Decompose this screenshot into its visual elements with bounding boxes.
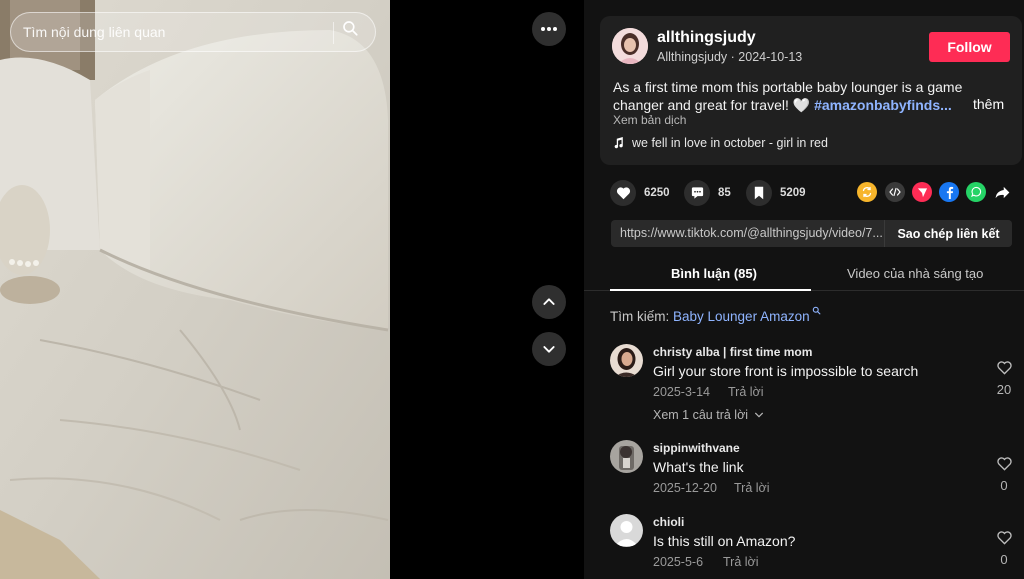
music-link[interactable]: we fell in love in october - girl in red [613,136,828,150]
panel-tabs: Bình luận (85) Video của nhà sáng tạo [584,256,1024,291]
author-avatar-image [612,28,648,64]
author-card: allthingsjudy Allthingsjudy · 2024-10-13… [600,16,1022,165]
comment-like-count: 20 [996,382,1012,397]
author-subline: Allthingsjudy · 2024-10-13 [657,50,802,64]
author-name[interactable]: allthingsjudy [657,29,756,47]
tiktok-video-page: allthingsjudy Allthingsjudy · 2024-10-13… [0,0,1024,579]
send-icon[interactable] [912,182,932,202]
avatar[interactable] [610,344,643,377]
chevron-down-icon [755,412,764,418]
avatar[interactable] [610,440,643,473]
more-horizontal-icon [541,27,557,31]
search-icon [343,21,358,36]
previous-video-button[interactable] [532,285,566,319]
embed-icon[interactable] [885,182,905,202]
heart-outline-icon [996,361,1012,375]
comment-username[interactable]: chioli [653,515,684,529]
music-title: we fell in love in october - girl in red [632,136,828,150]
facebook-icon[interactable] [939,182,959,202]
whatsapp-icon[interactable] [966,182,986,202]
comment-like-button[interactable]: 0 [993,456,1015,493]
comment-count: 85 [718,187,731,199]
tab-comments[interactable]: Bình luận (85) [671,266,757,281]
heart-outline-icon [996,531,1012,545]
avatar[interactable] [610,514,643,547]
chevron-up-icon [543,298,555,305]
search-button[interactable] [341,19,369,47]
reply-button[interactable]: Trả lời [723,555,759,569]
comment-text: What's the link [653,459,744,475]
video-description: As a first time mom this portable baby l… [613,78,973,114]
commenter-avatar-image [610,344,643,377]
default-avatar-icon [610,514,643,547]
heart-icon [610,180,636,206]
related-search-prefix: Tìm kiếm: [610,309,673,324]
view-replies-button[interactable]: Xem 1 câu trả lời [653,408,764,422]
video-player[interactable] [0,0,390,579]
related-search-bar [10,12,376,52]
related-search: Tìm kiếm: Baby Lounger Amazon [610,306,822,324]
meta-separator: · [727,50,739,64]
more-options-button[interactable] [532,12,566,46]
related-search-query[interactable]: Baby Lounger Amazon [673,309,810,324]
comment-username[interactable]: sippinwithvane [653,441,740,455]
video-url[interactable]: https://www.tiktok.com/@allthingsjudy/vi… [620,226,882,240]
reply-button[interactable]: Trả lời [734,481,770,495]
comment-date: 2025-3-14 [653,385,710,399]
like-button[interactable]: 6250 [610,180,670,206]
save-count: 5209 [780,187,806,199]
comment-like-count: 0 [1000,478,1008,493]
bookmark-icon [746,180,772,206]
reply-button[interactable]: Trả lời [728,385,764,399]
hashtag-link[interactable]: #amazonbabyfinds... [814,97,952,113]
video-link-box: https://www.tiktok.com/@allthingsjudy/vi… [611,220,1012,247]
tab-creator-videos[interactable]: Video của nhà sáng tạo [847,266,983,281]
comment-text: Is this still on Amazon? [653,533,796,549]
active-tab-indicator [610,289,811,291]
follow-button[interactable]: Follow [929,32,1010,62]
video-frame [0,0,390,579]
repost-icon[interactable] [857,182,877,202]
search-divider [333,22,334,44]
comment-like-count: 0 [1000,552,1008,567]
details-panel: allthingsjudy Allthingsjudy · 2024-10-13… [584,0,1024,579]
post-date: 2024-10-13 [738,50,803,64]
comment-text: Girl your store front is impossible to s… [653,363,919,379]
like-count: 6250 [644,187,670,199]
comment-button[interactable]: 85 [684,180,731,206]
comment-like-button[interactable]: 20 [993,360,1015,397]
author-handle[interactable]: Allthingsjudy [657,50,727,64]
chevron-down-icon [543,346,555,353]
comment-like-button[interactable]: 0 [993,530,1015,567]
music-note-icon [614,137,623,149]
view-replies-label: Xem 1 câu trả lời [653,408,749,422]
next-video-button[interactable] [532,332,566,366]
commenter-avatar-image [610,440,643,473]
avatar[interactable] [612,28,648,64]
comment-date: 2025-5-6 [653,555,704,569]
comment-date: 2025-12-20 [653,481,717,495]
share-arrow-icon[interactable] [992,182,1012,202]
expand-description-link[interactable]: thêm [973,96,1004,112]
video-controls-column [390,0,584,579]
comment-username[interactable]: christy alba | first time mom [653,345,812,359]
comment-icon [684,180,710,206]
heart-outline-icon [996,457,1012,471]
search-icon [813,306,821,315]
copy-link-button[interactable]: Sao chép liên kết [884,220,1012,247]
translate-link[interactable]: Xem bản dịch [613,113,686,127]
related-search-input[interactable] [23,13,323,51]
save-button[interactable]: 5209 [746,180,806,206]
